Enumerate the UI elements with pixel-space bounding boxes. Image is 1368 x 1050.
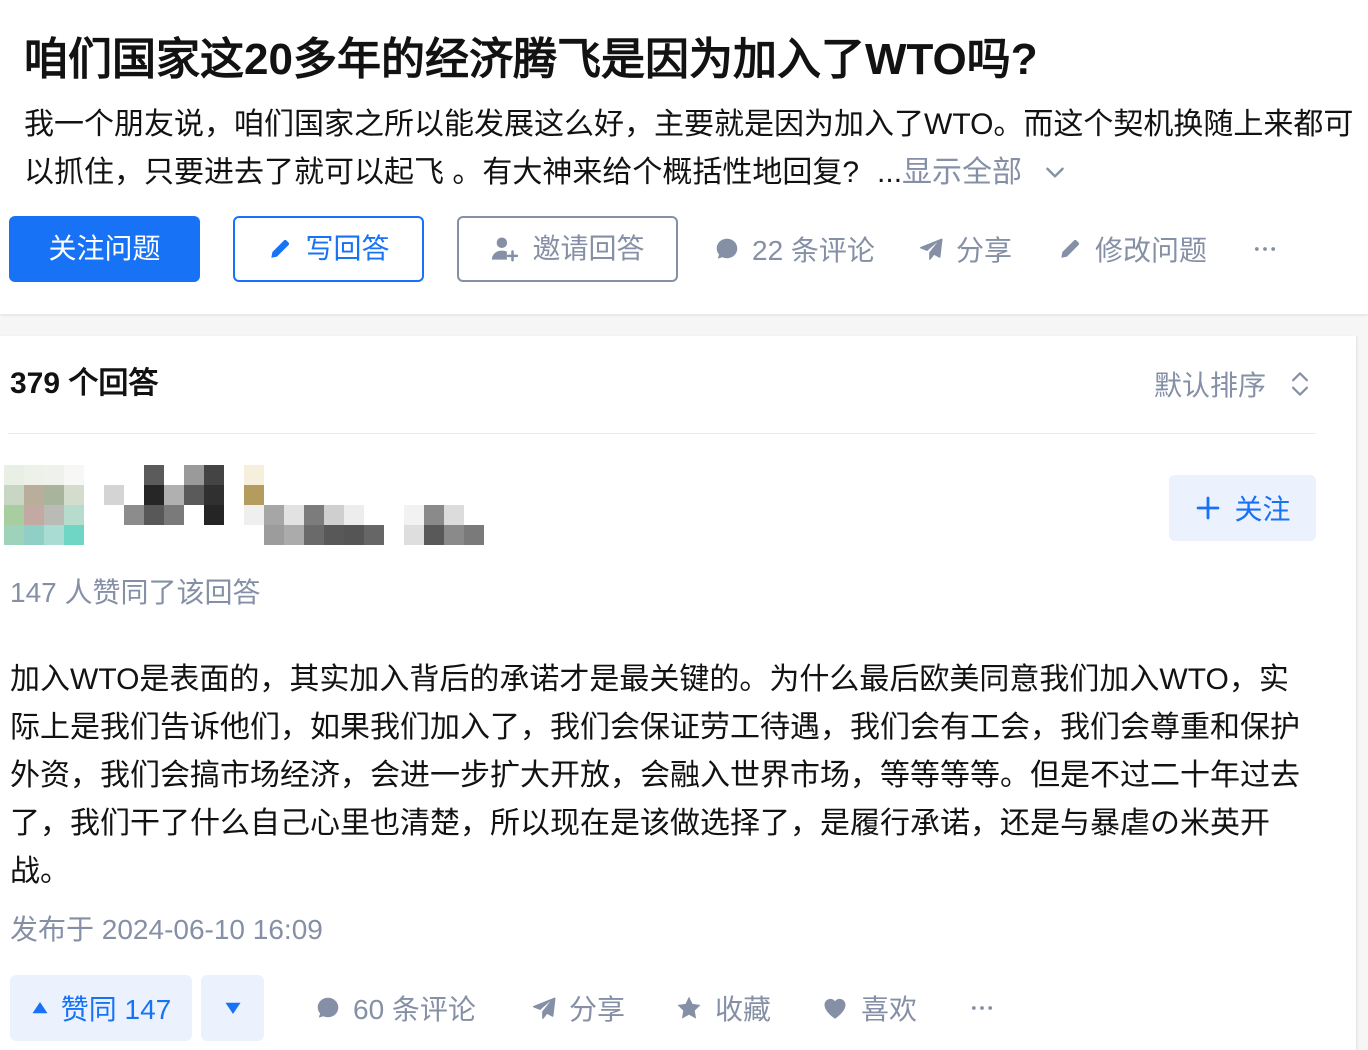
- invite-answer-button[interactable]: 邀请回答: [457, 216, 678, 282]
- collect-label: 收藏: [715, 994, 772, 1025]
- paper-plane-icon: [533, 997, 556, 1019]
- show-all-label: 显示全部: [902, 156, 1023, 189]
- write-answer-button[interactable]: 写回答: [233, 216, 424, 282]
- follow-question-button[interactable]: 关注问题: [9, 216, 200, 282]
- invite-user-icon: [492, 237, 519, 262]
- question-more-button[interactable]: [1251, 216, 1279, 282]
- answer-share-label: 分享: [569, 994, 626, 1025]
- question-header: 咱们国家这20多年的经济腾飞是因为加入了WTO吗? 我一个朋友说，咱们国家之所以…: [0, 0, 1368, 314]
- edit-question-label: 修改问题: [1095, 235, 1208, 266]
- author-avatar[interactable]: [4, 465, 84, 545]
- upvote-button[interactable]: 赞同 147: [10, 975, 192, 1041]
- collect-button[interactable]: 收藏: [675, 975, 771, 1041]
- answer-list-card: 379 个回答 默认排序 关注 147 人赞同了该回答 加入WTO是表面的，其实…: [0, 336, 1357, 1050]
- sort-dropdown[interactable]: 默认排序: [1154, 364, 1310, 404]
- triangle-down-icon: [225, 1002, 240, 1014]
- question-comments-label: 22 条评论: [752, 235, 875, 266]
- edit-question-button[interactable]: 修改问题: [1057, 216, 1207, 282]
- question-title: 咱们国家这20多年的经济腾飞是因为加入了WTO吗?: [24, 35, 1038, 84]
- answer-share-button[interactable]: 分享: [531, 975, 625, 1041]
- more-icon: [1254, 247, 1276, 251]
- vote-summary[interactable]: 147 人赞同了该回答: [10, 573, 261, 613]
- pencil-icon: [1061, 240, 1079, 258]
- heart-icon: [824, 998, 846, 1019]
- answer-content: 加入WTO是表面的，其实加入背后的承诺才是最关键的。为什么最后欧美同意我们加入W…: [10, 663, 1300, 888]
- sort-toggle-icon: [1292, 372, 1309, 396]
- question-share-button[interactable]: 分享: [918, 216, 1012, 282]
- star-icon: [677, 996, 701, 1019]
- write-answer-label: 写回答: [305, 233, 390, 264]
- question-description-text: 我一个朋友说，咱们国家之所以能发展这么好，主要就是因为加入了WTO。而这个契机换…: [24, 108, 1354, 189]
- published-time[interactable]: 发布于 2024-06-10 16:09: [10, 910, 323, 950]
- like-label: 喜欢: [861, 994, 918, 1025]
- answer-comments-label: 60 条评论: [353, 994, 476, 1025]
- invite-answer-label: 邀请回答: [532, 233, 645, 264]
- answers-count: 379 个回答: [10, 367, 159, 400]
- follow-author-label: 关注: [1234, 494, 1291, 525]
- pencil-icon: [271, 240, 290, 258]
- answer-more-button[interactable]: [968, 975, 996, 1041]
- upvote-label: 赞同 147: [60, 994, 172, 1025]
- answer-comments-button[interactable]: 60 条评论: [315, 975, 476, 1041]
- follow-author-button[interactable]: 关注: [1169, 475, 1316, 541]
- question-description: 我一个朋友说，咱们国家之所以能发展这么好，主要就是因为加入了WTO。而这个契机换…: [24, 101, 1360, 197]
- author-name[interactable]: [104, 465, 484, 545]
- follow-question-label: 关注问题: [48, 233, 161, 264]
- question-comments-button[interactable]: 22 条评论: [714, 216, 875, 282]
- downvote-button[interactable]: [201, 975, 264, 1041]
- header-divider: [8, 433, 1316, 434]
- description-ellipsis: ...: [877, 156, 903, 189]
- plus-icon: [1197, 496, 1220, 520]
- triangle-up-icon: [32, 1002, 48, 1014]
- pixelated-avatar-image: [4, 465, 84, 545]
- question-share-label: 分享: [956, 235, 1013, 266]
- comment-icon: [716, 238, 738, 259]
- show-all-button[interactable]: 显示全部: [902, 156, 1068, 189]
- sort-label: 默认排序: [1154, 370, 1267, 401]
- like-button[interactable]: 喜欢: [821, 975, 917, 1041]
- paper-plane-icon: [920, 238, 943, 260]
- pixelated-name-image: [104, 465, 484, 545]
- more-icon: [971, 1006, 993, 1010]
- chevron-down-icon: [1046, 167, 1064, 178]
- comment-icon: [317, 997, 339, 1018]
